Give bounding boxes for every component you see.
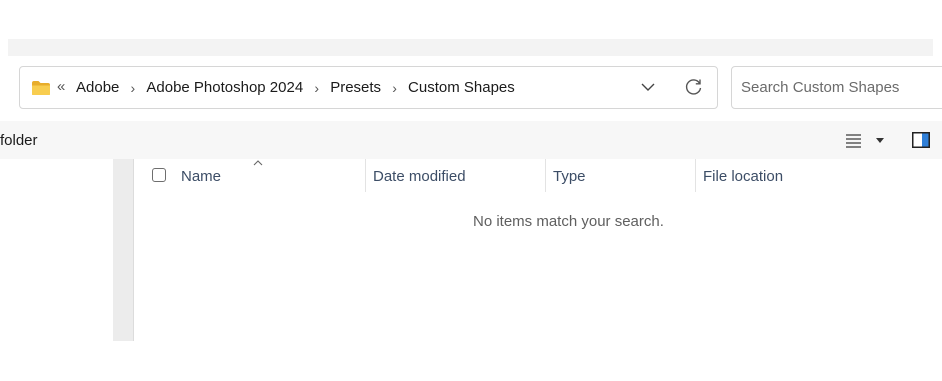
column-header-name[interactable]: Name: [181, 168, 221, 185]
search-placeholder: Search Custom Shapes: [741, 79, 900, 96]
breadcrumb-item-adobe-photoshop-2024[interactable]: Adobe Photoshop 2024: [146, 79, 303, 96]
new-folder-button[interactable]: folder: [0, 132, 38, 149]
dropdown-chevron-icon[interactable]: [641, 82, 655, 92]
sort-ascending-icon: [253, 160, 263, 166]
column-header-date-modified[interactable]: Date modified: [373, 168, 466, 185]
column-header-type[interactable]: Type: [553, 168, 586, 185]
column-header-file-location[interactable]: File location: [703, 168, 783, 185]
breadcrumb-item-presets[interactable]: Presets: [330, 79, 381, 96]
view-options-caret-icon[interactable]: [876, 138, 884, 143]
breadcrumb-item-adobe[interactable]: Adobe: [76, 79, 119, 96]
column-divider[interactable]: [545, 159, 546, 192]
address-bar[interactable]: « Adobe › Adobe Photoshop 2024 › Presets…: [19, 66, 718, 109]
breadcrumb-chevron-icon[interactable]: ›: [303, 80, 330, 96]
command-bar: folder: [0, 121, 942, 159]
folder-icon: [32, 81, 50, 95]
breadcrumb-overflow-button[interactable]: «: [57, 77, 65, 97]
breadcrumb-chevron-icon[interactable]: ›: [381, 80, 408, 96]
breadcrumb: Adobe › Adobe Photoshop 2024 › Presets ›…: [76, 67, 515, 108]
column-divider[interactable]: [365, 159, 366, 192]
column-header-row: Name Date modified Type File location: [134, 159, 942, 192]
search-input[interactable]: Search Custom Shapes: [731, 66, 942, 109]
breadcrumb-chevron-icon[interactable]: ›: [119, 80, 146, 96]
breadcrumb-item-custom-shapes[interactable]: Custom Shapes: [408, 79, 515, 96]
preview-pane-icon[interactable]: [912, 132, 930, 148]
navigation-pane: [113, 159, 133, 341]
column-divider[interactable]: [695, 159, 696, 192]
refresh-icon[interactable]: [684, 78, 703, 97]
empty-results-message: No items match your search.: [473, 213, 664, 230]
select-all-checkbox[interactable]: [152, 168, 166, 182]
title-bar-strip: [8, 39, 933, 56]
view-details-icon[interactable]: [846, 134, 861, 148]
